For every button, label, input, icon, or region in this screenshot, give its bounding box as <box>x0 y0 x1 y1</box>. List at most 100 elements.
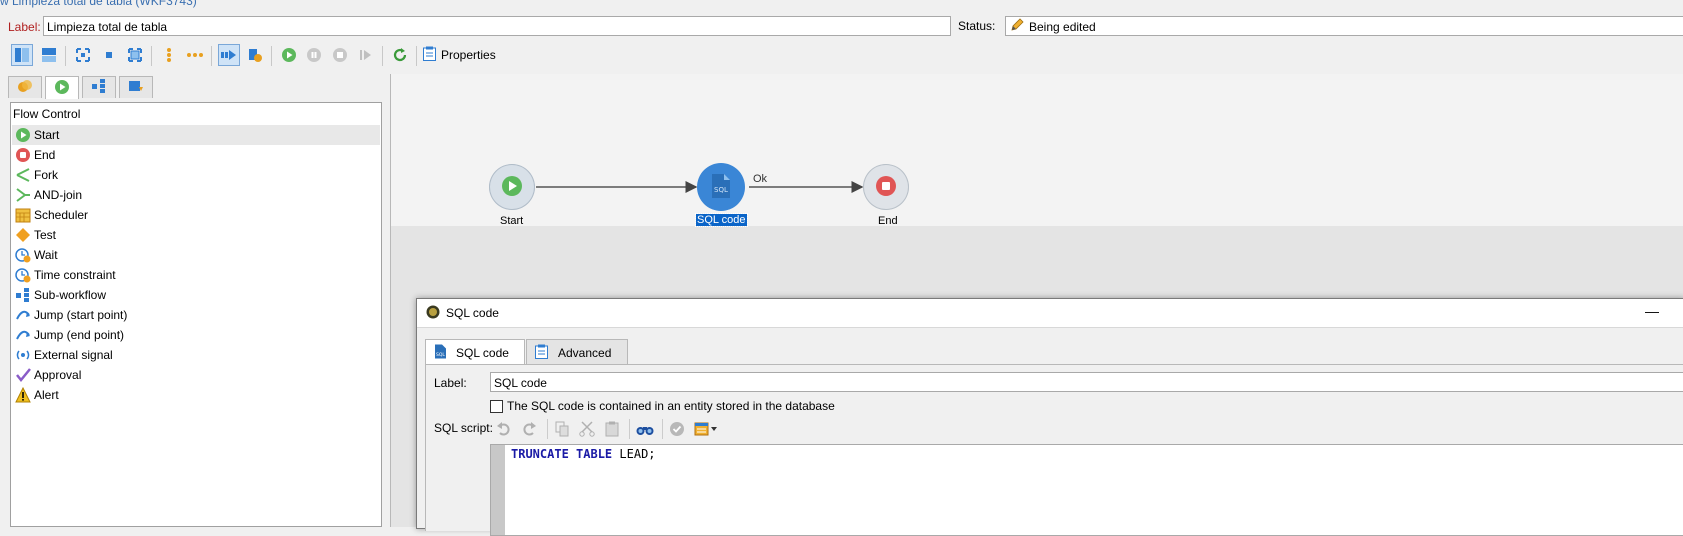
palette-item-alert[interactable]: Alert <box>12 385 380 405</box>
palette-item-label: End <box>34 148 56 162</box>
tab-advanced-label: Advanced <box>558 345 612 360</box>
tab-sql-code[interactable]: SQL SQL code <box>425 339 525 365</box>
sql-code-dialog: SQL code — SQL SQL code Advanced Label: … <box>416 298 1683 536</box>
sub-workflow-icon <box>14 286 32 304</box>
sql-script-editor[interactable]: TRUNCATE TABLE LEAD; <box>490 444 1683 536</box>
workflow-node-end-label: End <box>878 215 898 227</box>
jump-end-icon <box>14 326 32 344</box>
palette-item-and-join[interactable]: AND-join <box>12 185 380 205</box>
targeting-icon <box>17 78 33 97</box>
palette-item-label: Scheduler <box>34 208 89 222</box>
external-signal-icon <box>14 346 32 364</box>
start-icon <box>14 126 32 144</box>
start-icon[interactable] <box>278 44 300 66</box>
workflow-node-start[interactable] <box>489 164 535 210</box>
label-input[interactable]: Limpieza total de tabla <box>43 16 951 36</box>
activity-palette: Flow Control Start End Fork AND-join Sch… <box>10 102 382 527</box>
tab-flow-control[interactable] <box>45 76 79 99</box>
sql-code-line: TRUNCATE TABLE LEAD; <box>511 447 656 461</box>
dialog-label-input[interactable]: SQL code <box>490 372 1683 392</box>
editor-gutter <box>491 445 505 535</box>
tab-advanced[interactable]: Advanced <box>526 339 628 365</box>
dialog-titlebar[interactable]: SQL code — <box>417 299 1683 328</box>
tab-events[interactable] <box>119 76 153 98</box>
paste-icon[interactable] <box>604 421 620 440</box>
jump-start-icon <box>14 306 32 324</box>
minimize-button[interactable]: — <box>1645 303 1659 319</box>
cut-icon[interactable] <box>579 421 595 440</box>
palette-item-label: Jump (end point) <box>34 328 125 342</box>
palette-item-sub-workflow[interactable]: Sub-workflow <box>12 285 380 305</box>
workflow-node-sql-code-label: SQL code <box>695 213 748 227</box>
tab-sql-code-label: SQL code <box>456 345 509 360</box>
status-caption: Status: <box>958 19 996 33</box>
properties-button[interactable]: Properties <box>423 44 505 66</box>
advanced-icon <box>535 344 548 362</box>
palette-item-approval[interactable]: Approval <box>12 365 380 385</box>
palette-item-label: Test <box>34 228 57 242</box>
entity-checkbox[interactable] <box>490 400 503 413</box>
status-value: Being edited <box>1029 20 1096 34</box>
palette-item-label: Wait <box>34 248 58 262</box>
sql-activity-icon <box>426 305 440 322</box>
window-title: w Limpieza total de tabla (WKF3743) <box>0 0 197 8</box>
and-join-icon <box>14 186 32 204</box>
insert-icon[interactable] <box>694 421 718 440</box>
workflow-transitions <box>536 181 864 193</box>
workflow-node-sql-code[interactable]: SQL <box>697 163 745 211</box>
palette-item-wait[interactable]: Wait <box>12 245 380 265</box>
fit-icon[interactable] <box>72 44 94 66</box>
palette-item-label: Jump (start point) <box>34 308 128 322</box>
stop-icon[interactable] <box>329 44 351 66</box>
palette-item-label: External signal <box>34 348 113 362</box>
label-caption: Label: <box>8 20 41 34</box>
dialog-label-caption: Label: <box>434 376 467 390</box>
tab-panel: Label: SQL code The SQL code is containe… <box>425 364 1683 536</box>
horizontal-dots-icon[interactable] <box>184 44 206 66</box>
frame-icon[interactable] <box>124 44 146 66</box>
tab-targeting[interactable] <box>8 76 42 98</box>
vertical-dots-icon[interactable] <box>158 44 180 66</box>
layout-horizontal-icon[interactable] <box>38 44 60 66</box>
properties-label: Properties <box>441 48 496 62</box>
start-icon <box>501 175 523 200</box>
palette-item-jump-end[interactable]: Jump (end point) <box>12 325 380 345</box>
entity-checkbox-label: The SQL code is contained in an entity s… <box>507 399 835 413</box>
tab-actions[interactable] <box>82 76 116 98</box>
refresh-icon[interactable] <box>389 44 411 66</box>
palette-item-jump-start[interactable]: Jump (start point) <box>12 305 380 325</box>
palette-item-label: Approval <box>34 368 82 382</box>
check-syntax-icon[interactable] <box>669 421 685 440</box>
palette-item-scheduler[interactable]: Scheduler <box>12 205 380 225</box>
workflow-node-end[interactable] <box>863 164 909 210</box>
auto-link-icon[interactable] <box>218 44 240 66</box>
layout-vertical-icon[interactable] <box>11 44 33 66</box>
properties-check-icon[interactable] <box>244 44 266 66</box>
palette-item-start[interactable]: Start <box>12 125 380 145</box>
palette-item-label: Start <box>34 128 60 142</box>
step-icon[interactable] <box>355 44 377 66</box>
sql-table-name: LEAD; <box>619 447 656 461</box>
palette-item-external-signal[interactable]: External signal <box>12 345 380 365</box>
redo-icon[interactable] <box>521 421 537 440</box>
palette-item-label: Time constraint <box>34 268 116 282</box>
undo-icon[interactable] <box>496 421 512 440</box>
status-field[interactable]: Being edited <box>1005 16 1683 36</box>
wait-icon <box>14 246 32 264</box>
palette-item-test[interactable]: Test <box>12 225 380 245</box>
script-toolbar <box>490 415 1683 443</box>
sql-script-caption: SQL script: <box>434 421 493 435</box>
properties-icon <box>423 46 436 64</box>
time-constraint-icon <box>14 266 32 284</box>
approval-icon <box>14 366 32 384</box>
find-icon[interactable] <box>636 421 654 440</box>
palette-item-fork[interactable]: Fork <box>12 165 380 185</box>
node-icon[interactable] <box>98 44 120 66</box>
main-toolbar: Properties <box>0 42 1683 70</box>
copy-icon[interactable] <box>554 421 570 440</box>
pause-icon[interactable] <box>303 44 325 66</box>
palette-item-end[interactable]: End <box>12 145 380 165</box>
palette-item-time-constraint[interactable]: Time constraint <box>12 265 380 285</box>
palette-item-label: Alert <box>34 388 59 402</box>
actions-icon <box>91 78 107 97</box>
